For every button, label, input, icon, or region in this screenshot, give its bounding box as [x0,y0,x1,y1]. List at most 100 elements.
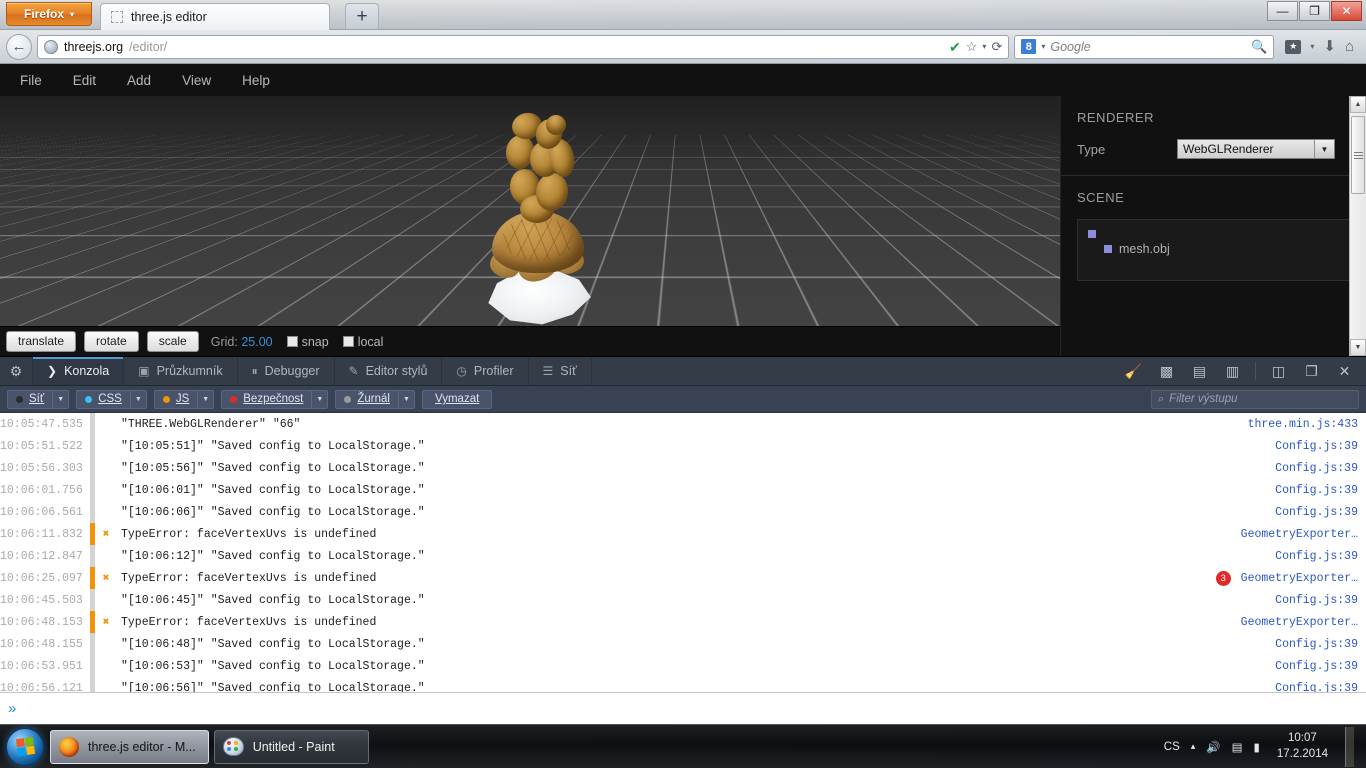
browser-tab[interactable]: three.js editor [100,3,330,30]
local-checkbox[interactable] [342,336,354,347]
mesh-object[interactable] [470,101,600,326]
taskbar-item-firefox[interactable]: three.js editor - M... [50,729,209,764]
chevron-down-icon[interactable]: ▼ [129,389,147,409]
console-row[interactable]: 10:06:01.756 "[10:06:01]" "Saved config … [0,479,1366,501]
bookmark-star-icon[interactable]: ☆ [966,40,978,53]
chevron-down-icon[interactable]: ▼ [311,389,329,409]
scrollbar-thumb[interactable] [1351,116,1365,194]
console-row[interactable]: 10:06:45.503 "[10:06:45]" "Saved config … [0,589,1366,611]
network-signal-icon[interactable]: ▮ [1253,740,1259,754]
console-row-error[interactable]: 10:06:48.153 ✖ TypeError: faceVertexUvs … [0,611,1366,633]
show-hidden-icons-icon[interactable]: ▴ [1191,741,1196,752]
filter-js-button[interactable]: JS [153,389,198,409]
filter-css-button[interactable]: CSS [76,389,130,409]
renderer-type-select[interactable]: WebGLRenderer ▼ [1177,139,1335,159]
chevron-down-icon[interactable]: ▼ [397,389,415,409]
maximize-button[interactable]: ❐ [1299,1,1330,21]
action-center-icon[interactable]: ▤ [1232,740,1243,754]
log-source-link[interactable]: Config.js:39 [1275,594,1366,607]
console-row-error[interactable]: 10:06:25.097 ✖ TypeError: faceVertexUvs … [0,567,1366,589]
snap-checkbox[interactable] [286,336,298,347]
clock[interactable]: 10:07 17.2.2014 [1271,731,1334,762]
chevron-down-icon[interactable]: ▾ [1041,42,1045,51]
separate-window-icon[interactable]: ❐ [1296,358,1327,385]
tab-debugger[interactable]: ⏸ Debugger [238,357,335,385]
bookmarks-icon[interactable]: ★ [1285,39,1302,54]
console-row[interactable]: 10:05:56.303 "[10:05:56]" "Saved config … [0,457,1366,479]
language-indicator[interactable]: CS [1164,741,1180,753]
filter-sit[interactable]: Síť ▼ [7,389,70,409]
filter-bezpecnost[interactable]: Bezpečnost ▼ [221,389,329,409]
rotate-button[interactable]: rotate [84,330,139,353]
translate-button[interactable]: translate [6,330,77,353]
outliner-row-scene[interactable] [1088,228,1339,240]
scroll-down-arrow-icon[interactable]: ▼ [1350,339,1366,356]
search-bar[interactable]: 8 ▾ Google 🔍 [1014,34,1275,59]
menu-item-view[interactable]: View [168,68,225,93]
log-source-link[interactable]: Config.js:39 [1275,550,1366,563]
scroll-up-arrow-icon[interactable]: ▲ [1350,96,1366,113]
console-row[interactable]: 10:06:48.155 "[10:06:48]" "Saved config … [0,633,1366,655]
start-button[interactable] [6,727,44,766]
snap-checkbox-group[interactable]: snap [286,335,329,349]
clear-icon[interactable]: 🧹 [1118,358,1149,385]
tab-profiler[interactable]: ◷ Profiler [442,357,529,385]
page-scrollbar[interactable]: ▲ ▼ [1349,96,1366,356]
filter-css[interactable]: CSS ▼ [76,389,147,409]
log-source-link[interactable]: GeometryExporter… [1241,572,1366,585]
chevron-down-icon[interactable]: ▼ [52,389,70,409]
show-desktop-button[interactable] [1345,726,1354,767]
identity-check-icon[interactable]: ✔ [949,40,961,54]
chevron-down-icon[interactable]: ▾ [1310,42,1314,51]
console-row[interactable]: 10:06:12.847 "[10:06:12]" "Saved config … [0,545,1366,567]
console-output[interactable]: 10:05:47.535 "THREE.WebGLRenderer" "66" … [0,413,1366,692]
downloads-icon[interactable]: ⬇ [1323,39,1336,54]
log-source-link[interactable]: Config.js:39 [1275,462,1366,475]
log-source-link[interactable]: Config.js:39 [1275,660,1366,673]
tab-pruzkumnik[interactable]: ▣ Průzkumník [124,357,238,385]
firefox-menu-button[interactable]: Firefox ▾ [6,2,92,26]
log-source-link[interactable]: Config.js:39 [1275,638,1366,651]
console-row[interactable]: 10:05:47.535 "THREE.WebGLRenderer" "66" … [0,413,1366,435]
grid-value[interactable]: 25.00 [241,335,272,349]
filter-bezpecnost-button[interactable]: Bezpečnost [221,389,312,409]
box-icon[interactable]: ▩ [1151,358,1182,385]
console-command-input[interactable]: » [0,692,1366,724]
volume-icon[interactable]: 🔊 [1206,740,1220,754]
taskbar-item-paint[interactable]: Untitled - Paint [213,729,369,764]
filter-zurnal-button[interactable]: Žurnál [335,389,398,409]
filter-js[interactable]: JS ▼ [153,389,215,409]
reload-icon[interactable]: ⟳ [991,40,1002,53]
filter-sit-button[interactable]: Síť [7,389,53,409]
outliner-row-mesh[interactable]: mesh.obj [1088,240,1339,258]
notes-icon[interactable]: ▤ [1184,358,1215,385]
scene-outliner[interactable]: mesh.obj [1077,219,1350,281]
local-checkbox-group[interactable]: local [342,335,383,349]
url-bar[interactable]: threejs.org/editor/ ✔ ☆ ▾ ⟳ [37,34,1010,59]
log-source-link[interactable]: three.min.js:433 [1248,418,1366,431]
responsive-icon[interactable]: ▥ [1217,358,1248,385]
tab-editor-stylu[interactable]: ✎ Editor stylů [335,357,443,385]
close-button[interactable]: ✕ [1331,1,1362,21]
minimize-button[interactable]: — [1267,1,1298,21]
menu-item-edit[interactable]: Edit [59,68,110,93]
log-source-link[interactable]: Config.js:39 [1275,440,1366,453]
console-row[interactable]: 10:06:06.561 "[10:06:06]" "Saved config … [0,501,1366,523]
log-source-link[interactable]: GeometryExporter… [1241,616,1366,629]
search-input[interactable]: Google [1050,40,1090,54]
menu-item-add[interactable]: Add [113,68,165,93]
close-icon[interactable]: ✕ [1329,358,1360,385]
dock-side-icon[interactable]: ◫ [1263,358,1294,385]
console-filter-input[interactable]: ⌕ Filter výstupu [1151,389,1359,409]
filter-zurnal[interactable]: Žurnál ▼ [335,389,415,409]
tab-sit[interactable]: ☰ Síť [529,357,592,385]
devtools-settings-button[interactable]: ⚙ [0,357,33,385]
log-source-link[interactable]: Config.js:39 [1275,484,1366,497]
console-row[interactable]: 10:06:56.121 "[10:06:56]" "Saved config … [0,677,1366,692]
console-row-error[interactable]: 10:06:11.832 ✖ TypeError: faceVertexUvs … [0,523,1366,545]
scale-button[interactable]: scale [146,330,199,353]
back-button[interactable]: ← [6,33,32,60]
log-source-link[interactable]: Config.js:39 [1275,506,1366,519]
tab-konzola[interactable]: ❯ Konzola [33,357,125,385]
clear-console-button[interactable]: Vymazat [421,389,493,409]
